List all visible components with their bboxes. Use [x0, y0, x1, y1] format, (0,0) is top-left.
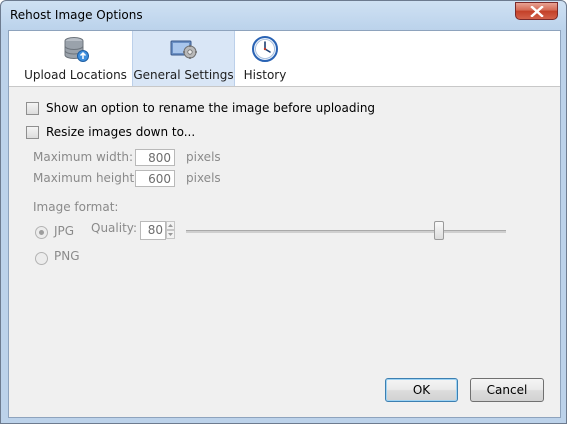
tab-general-settings[interactable]: General Settings — [132, 31, 235, 86]
dialog-window: Rehost Image Options Upload Locations Ge… — [0, 0, 567, 424]
max-width-input[interactable]: 800 — [135, 149, 175, 166]
jpg-radio[interactable] — [35, 226, 48, 239]
jpg-radio-label: JPG — [54, 224, 75, 238]
cancel-button[interactable]: Cancel — [470, 378, 544, 402]
close-button[interactable] — [515, 2, 558, 20]
database-upload-icon — [64, 37, 89, 62]
quality-value[interactable]: 80 — [140, 221, 166, 240]
resize-checkbox[interactable] — [26, 125, 39, 139]
close-icon — [530, 6, 544, 17]
resize-option-label: Resize images down to... — [46, 125, 196, 139]
tab-general-settings-label: General Settings — [133, 68, 234, 82]
ok-button[interactable]: OK — [385, 378, 458, 402]
clock-icon — [252, 36, 278, 62]
dialog-body: Upload Locations General Settings Histor… — [8, 30, 561, 418]
quality-label: Quality: — [91, 221, 138, 235]
tab-history[interactable]: History — [235, 31, 295, 86]
image-format-label: Image format: — [33, 200, 119, 214]
quality-up-button[interactable] — [166, 221, 175, 230]
max-width-unit: pixels — [186, 150, 221, 164]
quality-down-button[interactable] — [166, 230, 175, 239]
max-height-unit: pixels — [186, 171, 221, 185]
general-settings-panel: Show an option to rename the image befor… — [9, 87, 560, 417]
resize-option-row[interactable]: Resize images down to... — [26, 124, 195, 140]
chevron-down-icon — [168, 233, 173, 236]
rename-checkbox[interactable] — [26, 101, 39, 115]
png-radio[interactable] — [35, 252, 48, 265]
tab-upload-locations-label: Upload Locations — [24, 68, 127, 82]
max-height-input[interactable]: 600 — [135, 170, 175, 187]
max-height-label: Maximum height: — [33, 171, 139, 185]
rename-option-label: Show an option to rename the image befor… — [46, 101, 376, 115]
quality-spinner[interactable]: 80 — [140, 221, 176, 240]
max-width-label: Maximum width: — [33, 150, 134, 164]
chevron-up-icon — [168, 224, 173, 227]
window-title: Rehost Image Options — [10, 8, 143, 22]
settings-icon — [170, 40, 197, 59]
rename-option-row[interactable]: Show an option to rename the image befor… — [26, 100, 375, 116]
tab-history-label: History — [243, 68, 287, 82]
png-radio-label: PNG — [54, 249, 80, 263]
title-bar[interactable]: Rehost Image Options — [1, 1, 566, 31]
radio-selected-dot — [39, 230, 44, 235]
tab-bar: Upload Locations General Settings Histor… — [9, 31, 560, 87]
tab-upload-locations[interactable]: Upload Locations — [15, 31, 136, 86]
quality-slider-track[interactable] — [186, 230, 506, 233]
quality-slider-thumb[interactable] — [434, 221, 444, 240]
